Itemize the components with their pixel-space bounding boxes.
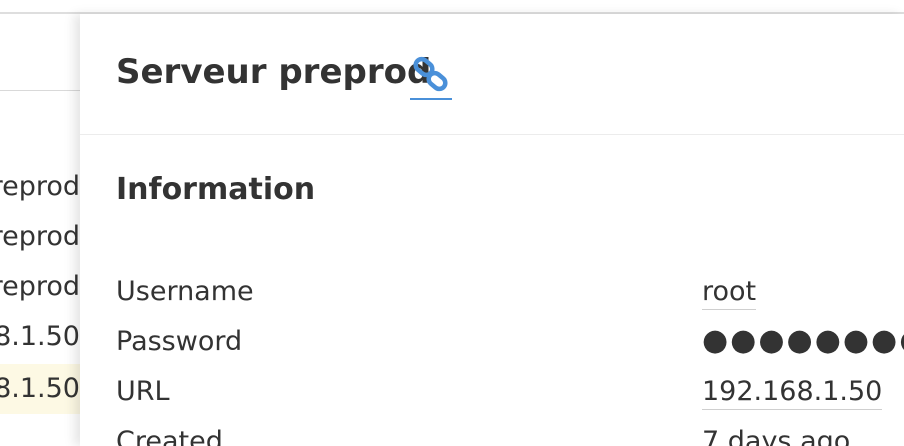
background-list-row[interactable]: 8.1.50: [0, 312, 82, 362]
field-value-created: 7 days ago: [702, 426, 850, 446]
chain-link-icon: [413, 56, 448, 92]
background-list-row-text: 8.1.50: [0, 321, 80, 352]
background-list-row[interactable]: preprod: [0, 262, 82, 312]
background-list-row-text: preprod: [0, 271, 80, 302]
link-icon[interactable]: [410, 56, 452, 100]
background-list-row-text: 8.1.50: [0, 373, 80, 404]
panel-title: Serveur preprod: [116, 52, 432, 92]
background-list: preprod preprod preprod 8.1.50 8.1.50: [0, 14, 82, 446]
background-list-row-selected[interactable]: 8.1.50: [0, 364, 82, 414]
field-value-password[interactable]: ●●●●●●●●●●●●: [702, 323, 904, 358]
field-value-url[interactable]: 192.168.1.50: [702, 376, 883, 410]
panel-header: Serveur preprod: [80, 14, 904, 135]
field-label-password: Password: [116, 326, 243, 357]
background-list-row-text: preprod: [0, 221, 80, 252]
field-label-created: Created: [116, 426, 223, 446]
field-label-username: Username: [116, 276, 254, 307]
field-label-url: URL: [116, 376, 170, 407]
field-value-username[interactable]: root: [702, 276, 757, 310]
section-title-information: Information: [116, 172, 316, 207]
background-list-row[interactable]: preprod: [0, 212, 82, 262]
viewport: preprod preprod preprod 8.1.50 8.1.50 Se…: [0, 0, 904, 446]
background-list-row-text: preprod: [0, 171, 80, 202]
background-list-header-divider: [0, 90, 82, 91]
background-list-row[interactable]: preprod: [0, 162, 82, 212]
detail-panel: Serveur preprod Information Username roo…: [80, 14, 904, 446]
